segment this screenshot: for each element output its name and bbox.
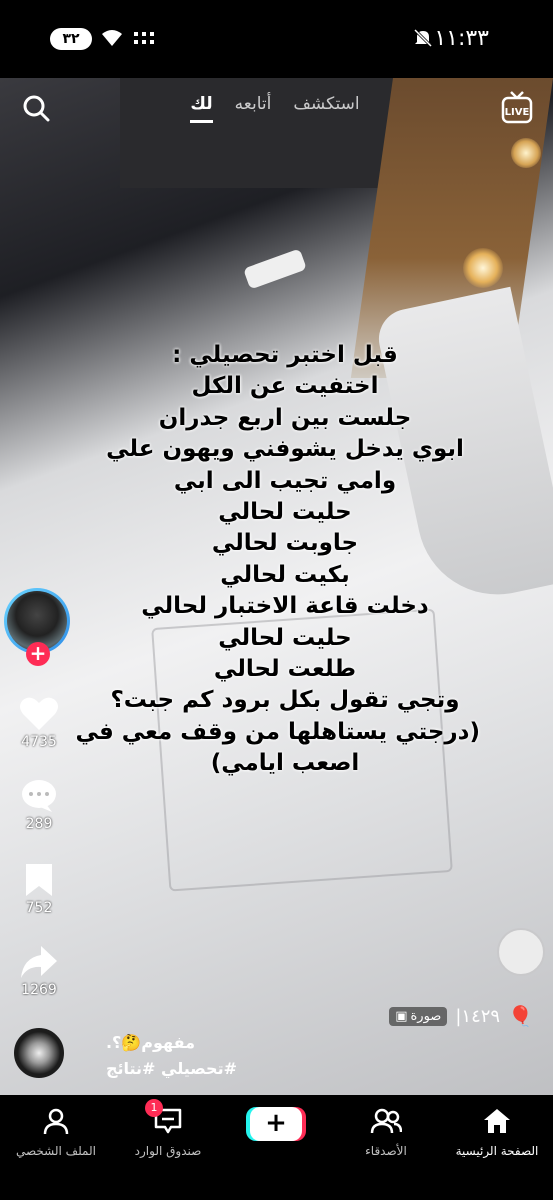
- tab-following[interactable]: أتابعه: [235, 94, 272, 123]
- music-disc[interactable]: [14, 1028, 64, 1078]
- view-count: ١٤٢٩|: [455, 1005, 501, 1027]
- photo-stack-icon: ▣: [395, 1008, 408, 1024]
- share-arrow-icon: [21, 946, 57, 978]
- follow-button[interactable]: +: [26, 642, 50, 666]
- post-description[interactable]: مفهوم🤔؟. #تحصيلي #نتائج: [106, 1030, 237, 1082]
- nav-inbox[interactable]: 1 صندوق الوارد: [118, 1099, 218, 1158]
- nav-profile[interactable]: الملف الشخصي: [6, 1107, 106, 1158]
- inbox-badge: 1: [145, 1099, 163, 1117]
- mute-icon: [413, 28, 433, 48]
- home-icon: [484, 1109, 510, 1133]
- caption-line: ابوي يدخل يشوفني ويهون علي: [106, 436, 464, 463]
- signal-icon: [134, 32, 154, 44]
- create-button[interactable]: +: [250, 1107, 302, 1141]
- comment-count: 289: [25, 816, 53, 832]
- clock: ١١:٣٣: [434, 26, 489, 51]
- bookmark-icon: [26, 864, 52, 896]
- shirt-button-shape: [497, 928, 545, 976]
- wifi-icon: [102, 30, 122, 46]
- post-stats: 🎈 ١٤٢٩| صورة ▣: [389, 1004, 533, 1028]
- nav-inbox-label: صندوق الوارد: [134, 1144, 202, 1158]
- caption-line: (درجتي يستاهلها من وقف معي في: [75, 718, 480, 745]
- feed-tabs: استكشف أتابعه لك: [180, 94, 370, 123]
- friends-icon: [370, 1108, 403, 1134]
- photo-badge: صورة ▣: [389, 1006, 448, 1026]
- hashtags[interactable]: #تحصيلي #نتائج: [106, 1056, 237, 1082]
- status-bar: ٣٢ ١١:٣٣: [0, 0, 553, 78]
- description-text: مفهوم🤔؟.: [105, 1033, 195, 1052]
- profile-icon: [43, 1108, 69, 1135]
- post-info: 🎈 ١٤٢٩| صورة ▣ مفهوم🤔؟. #تحصيلي #نتائج: [0, 1000, 553, 1095]
- bottom-nav: الصفحة الرئيسية الأصدقاء + 1 صندوق الوار…: [0, 1095, 553, 1200]
- share-button[interactable]: 1269: [0, 944, 78, 998]
- like-button[interactable]: 4735: [0, 696, 78, 750]
- caption-line: اصعب ايامي): [210, 750, 360, 777]
- tab-explore[interactable]: استكشف: [293, 94, 359, 123]
- like-count: 4735: [21, 734, 57, 750]
- nav-friends-label: الأصدقاء: [365, 1144, 407, 1158]
- live-label: LIVE: [505, 107, 530, 118]
- caption-line: بكيت لحالي: [220, 561, 350, 588]
- share-count: 1269: [21, 982, 57, 998]
- security-camera-shape: [243, 248, 307, 290]
- caption-line: قبل اختبر تحصيلي :: [172, 342, 398, 368]
- caption-line: حليت لحالي: [218, 624, 352, 651]
- live-icon[interactable]: LIVE: [501, 90, 533, 126]
- caption-line: حليت لحالي: [218, 499, 352, 526]
- comment-button[interactable]: 289: [0, 778, 78, 832]
- inbox-icon-wrap: 1: [145, 1099, 183, 1138]
- caption-line: وامي تجيب الى ابي: [173, 467, 397, 494]
- photo-badge-label: صورة: [410, 1008, 442, 1024]
- caption-line: وتجي تقول بكل برود كم جبت؟: [110, 687, 460, 714]
- save-count: 752: [25, 900, 53, 916]
- caption-line: اختفيت عن الكل: [191, 373, 379, 400]
- nav-home[interactable]: الصفحة الرئيسية: [447, 1107, 547, 1158]
- ceiling-light: [463, 248, 503, 288]
- overlay-caption: قبل اختبر تحصيلي : اختفيت عن الكل جلست ب…: [75, 340, 480, 780]
- caption-line: جاوبت لحالي: [211, 530, 359, 557]
- caption-line: جلست بين اربع جدران: [158, 404, 412, 431]
- caption-line: طلعت لحالي: [213, 656, 357, 683]
- heart-icon: [20, 697, 58, 730]
- tiktok-screen: ٣٢ ١١:٣٣ استكشف أتابعه لك LIVE قبل اختبر…: [0, 0, 553, 1200]
- battery-indicator: ٣٢: [50, 28, 92, 50]
- search-icon[interactable]: [22, 94, 50, 122]
- nav-friends[interactable]: الأصدقاء: [336, 1107, 436, 1158]
- tab-for-you[interactable]: لك: [190, 94, 213, 123]
- caption-line: دخلت قاعة الاختبار لحالي: [141, 593, 429, 620]
- nav-profile-label: الملف الشخصي: [16, 1144, 96, 1158]
- nav-home-label: الصفحة الرئيسية: [455, 1144, 539, 1158]
- save-button[interactable]: 752: [0, 862, 78, 916]
- balloon-icon: 🎈: [508, 1004, 533, 1028]
- comment-icon: [22, 780, 56, 812]
- ceiling-light-2: [511, 138, 541, 168]
- top-nav: استكشف أتابعه لك LIVE: [0, 78, 553, 138]
